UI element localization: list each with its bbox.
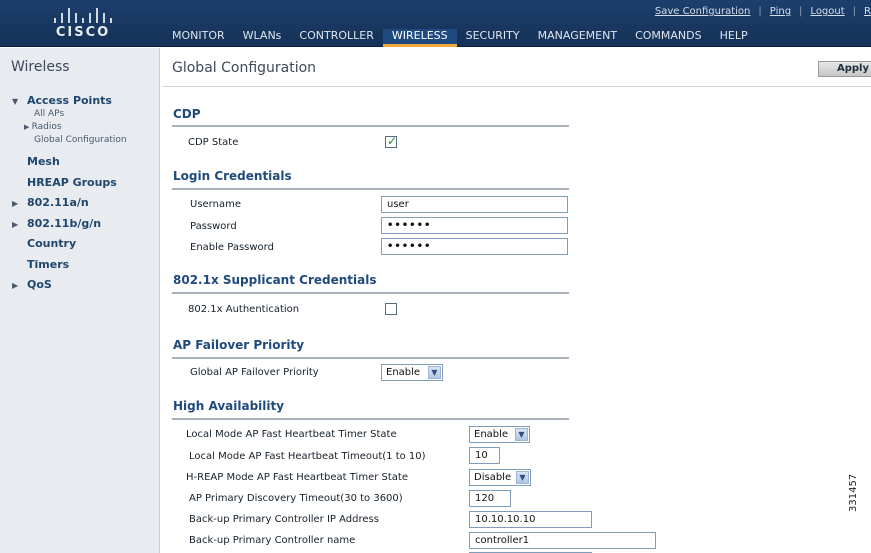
enable-password-label: Enable Password [190,242,274,253]
top-header: CISCO Save Configuration | Ping | Logout | R M… [0,0,871,47]
nav-security[interactable]: SECURITY [457,29,529,47]
backup-controller-name-input[interactable]: controller1 [469,532,656,549]
section-ha-heading: High Availability [173,399,285,413]
sidebar-subitem-all-aps[interactable]: All APs [12,108,127,121]
divider [172,292,569,294]
dot1x-auth-label: 802.1x Authentication [188,304,300,315]
hreap-heartbeat-state-select[interactable]: Disable ▼ [469,469,531,486]
sidebar-item-80211an[interactable]: ▶ 802.11a/n [12,196,127,217]
divider [172,125,569,127]
sidebar-item-hreap-groups[interactable]: HREAP Groups [12,176,127,197]
section-login-heading: Login Credentials [173,169,292,183]
collapsed-arrow-icon: ▶ [12,219,19,229]
sidebar-item-label: Timers [27,257,70,271]
expanded-arrow-icon: ▼ [12,97,19,106]
collapsed-arrow-icon: ▶ [12,281,19,290]
figure-id: 331457 [848,473,859,512]
backup-controller-name-label: Back-up Primary Controller name [189,535,356,546]
logout-link[interactable]: Logout [810,6,844,17]
apply-button[interactable]: Apply [818,61,871,77]
sidebar-subitem-label: Radios [31,122,62,132]
section-supplicant-heading: 802.1x Supplicant Credentials [173,273,377,287]
local-heartbeat-timeout-label: Local Mode AP Fast Heartbeat Timeout(1 t… [189,451,426,462]
section-cdp-heading: CDP [173,107,201,121]
backup-controller-ip-input[interactable]: 10.10.10.10 [469,511,592,528]
sidebar-subitem-radios[interactable]: ▶ Radios [12,121,127,134]
selected-value: Enable [386,367,421,378]
nav-help[interactable]: HELP [711,29,757,47]
local-heartbeat-timeout-input[interactable]: 10 [469,447,500,464]
enable-password-input[interactable]: •••••• [381,238,568,255]
nav-wlans[interactable]: WLANs [234,29,291,47]
sidebar-item-label: Country [27,237,77,250]
password-label: Password [190,221,237,232]
selected-value: Enable [474,429,509,440]
nav-management[interactable]: MANAGEMENT [529,29,626,47]
selected-value: Disable [474,472,512,483]
local-heartbeat-state-select[interactable]: Enable ▼ [469,426,530,443]
nav-wireless[interactable]: WIRELESS [382,29,457,47]
sidebar-item-country[interactable]: Country [12,237,127,258]
chevron-down-icon[interactable]: ▼ [515,428,528,441]
discovery-timeout-label: AP Primary Discovery Timeout(30 to 3600) [189,493,403,504]
sidebar-item-mesh[interactable]: Mesh [12,155,127,176]
brand-name: CISCO [55,25,111,40]
password-input[interactable]: •••••• [381,217,568,234]
sidebar-item-timers[interactable]: Timers [12,258,127,279]
top-links: Save Configuration | Ping | Logout | R [654,6,871,17]
failover-priority-label: Global AP Failover Priority [190,367,319,378]
collapsed-arrow-icon: ▶ [24,123,32,131]
cisco-logo: CISCO [48,7,118,43]
section-failover-heading: AP Failover Priority [173,338,305,352]
username-label: Username [190,199,241,210]
cdp-state-label: CDP State [188,137,239,148]
backup-controller-ip-label: Back-up Primary Controller IP Address [189,514,379,525]
discovery-timeout-input[interactable]: 120 [469,490,511,507]
cdp-state-checkbox[interactable]: ✓ [385,134,398,148]
local-heartbeat-state-label: Local Mode AP Fast Heartbeat Timer State [186,429,397,440]
collapsed-arrow-icon: ▶ [12,199,19,208]
chevron-down-icon[interactable]: ▼ [428,366,441,379]
sidebar-item-label: QoS [27,278,52,291]
divider [172,188,569,190]
nav-commands[interactable]: COMMANDS [626,29,711,47]
checkmark-icon: ✓ [387,134,398,148]
nav-monitor[interactable]: MONITOR [163,29,234,47]
sidebar-item-access-points[interactable]: ▼ Access Points [12,94,127,108]
sidebar-item-label: Mesh [27,155,60,168]
divider [172,418,569,420]
sidebar-item-qos[interactable]: ▶ QoS [12,278,127,299]
main-nav: MONITOR WLANs CONTROLLER WIRELESS SECURI… [163,29,757,47]
refresh-link[interactable]: R [864,6,871,17]
ping-link[interactable]: Ping [770,6,791,17]
sidebar-item-label: 802.11b/g/n [27,216,102,230]
dot1x-auth-checkbox[interactable] [385,303,397,315]
sidebar-title: Wireless [11,59,70,75]
nav-controller[interactable]: CONTROLLER [290,29,382,47]
sidebar: Wireless ▼ Access Points All APs ▶ Radios… [0,48,160,553]
sidebar-item-label: HREAP Groups [27,175,117,189]
sidebar-item-80211bgn[interactable]: ▶ 802.11b/g/n [12,217,127,238]
chevron-down-icon[interactable]: ▼ [516,471,529,484]
sidebar-list: ▼ Access Points All APs ▶ Radios Global C… [12,94,127,299]
username-input[interactable]: user [381,196,568,213]
failover-priority-select[interactable]: Enable ▼ [381,364,443,381]
divider [172,357,569,359]
page-title: Global Configuration [172,60,317,76]
divider [163,86,871,87]
sidebar-item-label: 802.11a/n [27,196,89,209]
save-configuration-link[interactable]: Save Configuration [655,6,751,17]
hreap-heartbeat-state-label: H-REAP Mode AP Fast Heartbeat Timer Stat… [186,472,408,483]
cisco-logo-bars [52,7,112,23]
sidebar-subitem-global-configuration[interactable]: Global Configuration [12,134,127,147]
sidebar-item-label: Access Points [27,94,112,107]
